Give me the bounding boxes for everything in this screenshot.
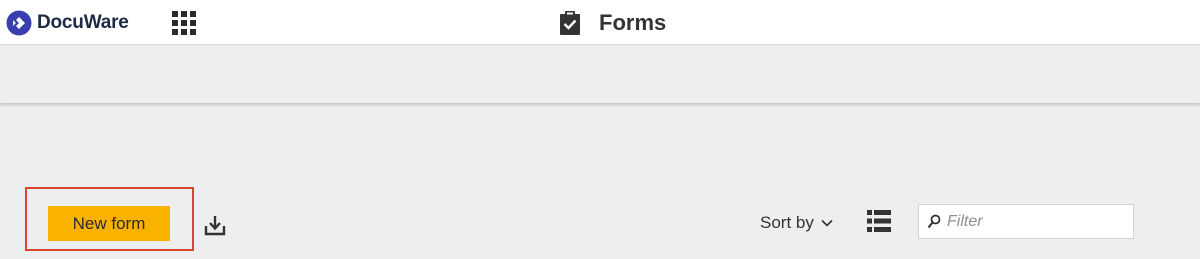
docuware-logo-icon <box>6 10 32 36</box>
page-title-area: Forms <box>559 10 666 36</box>
sort-by-label: Sort by <box>760 213 814 232</box>
top-bar: DocuWare Forms <box>0 0 1200 45</box>
list-view-icon[interactable] <box>867 209 891 233</box>
apps-grid-icon[interactable] <box>171 10 197 36</box>
brand-logo[interactable]: DocuWare <box>6 10 129 36</box>
sort-by-dropdown[interactable]: Sort by <box>760 213 834 233</box>
clipboard-check-icon <box>560 11 580 35</box>
sub-header-band <box>0 46 1200 103</box>
filter-input[interactable] <box>947 212 1127 231</box>
search-icon <box>927 214 941 228</box>
new-form-button[interactable]: New form <box>48 206 170 241</box>
download-icon[interactable] <box>203 213 227 237</box>
chevron-down-icon <box>821 219 833 227</box>
page-title: Forms <box>599 10 667 35</box>
brand-name: DocuWare <box>37 12 129 33</box>
filter-field[interactable] <box>918 204 1134 239</box>
